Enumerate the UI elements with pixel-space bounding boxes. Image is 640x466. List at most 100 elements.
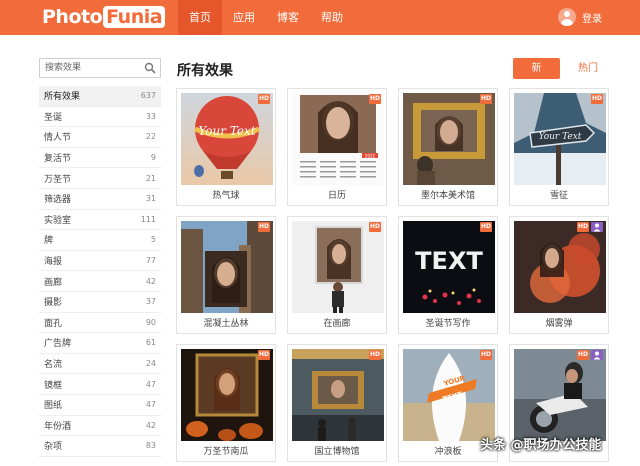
logo-part-funia: Funia [103, 6, 166, 28]
logo-part-photo: Photo [42, 6, 103, 28]
category-count: 37 [145, 297, 156, 307]
nav-blog[interactable]: 博客 [266, 0, 310, 35]
category-label: 广告牌 [44, 339, 72, 350]
effect-thumbnail: Your Text [181, 93, 273, 185]
effect-label: 万圣节南瓜 [203, 447, 249, 457]
category-frames[interactable]: 镜框 47 [39, 374, 161, 395]
category-posters[interactable]: 海报 77 [39, 251, 161, 272]
search-input[interactable] [40, 59, 140, 77]
category-count: 47 [145, 400, 156, 410]
sort-popular-button[interactable]: 热门 [572, 58, 604, 79]
category-count: 77 [145, 256, 156, 266]
hd-badge: HD [480, 350, 492, 360]
category-halloween[interactable]: 万圣节 21 [39, 168, 161, 189]
effect-label: 国立博物馆 [314, 447, 360, 457]
effect-label: 圣诞节写作 [425, 319, 471, 329]
category-label: 海报 [44, 257, 63, 268]
effect-label: 墨尔本美术馆 [420, 191, 475, 201]
category-vintage[interactable]: 年份酒 42 [39, 416, 161, 437]
category-galleries[interactable]: 画廊 42 [39, 271, 161, 292]
user-avatar-icon [558, 8, 576, 26]
category-all[interactable]: 所有效果 637 [39, 86, 161, 107]
effect-label: 混凝土丛林 [203, 319, 249, 329]
category-label: 画廊 [44, 277, 63, 288]
effect-card-snow-sign[interactable]: Your Text HD 雪征 [509, 88, 609, 206]
effect-label: 日历 [327, 191, 346, 201]
search-box [39, 58, 161, 78]
effect-thumbnail [181, 349, 273, 441]
category-count: 22 [145, 132, 156, 142]
effect-card-calendar[interactable]: 2022 HD 日历 [287, 88, 387, 206]
login-label: 登录 [582, 13, 602, 25]
sort-new-button[interactable]: 新 [513, 58, 560, 79]
category-valentines[interactable]: 情人节 22 [39, 127, 161, 148]
effect-label: 烟雾弹 [545, 319, 573, 329]
category-label: 万圣节 [44, 174, 72, 185]
effect-card-melbourne-gallery[interactable]: HD 墨尔本美术馆 [398, 88, 498, 206]
balloon-text: Your Text [198, 124, 255, 138]
category-photography[interactable]: 摄影 37 [39, 292, 161, 313]
main-nav: 首页 应用 博客 帮助 [178, 0, 354, 35]
category-count: 61 [145, 338, 156, 348]
effect-label: 雪征 [549, 191, 568, 201]
search-icon[interactable] [144, 62, 156, 74]
effect-card-national-museum[interactable]: HD 国立博物馆 [287, 344, 387, 462]
category-count: 24 [145, 359, 156, 369]
category-billboards[interactable]: 广告牌 61 [39, 333, 161, 354]
category-label: 所有效果 [44, 92, 81, 103]
category-signs[interactable]: 牌5 [39, 230, 161, 251]
category-label: 实验室 [44, 215, 72, 226]
neon-text: TEXT [415, 247, 483, 275]
category-count: 637 [140, 91, 156, 101]
calendar-year: 2022 [365, 154, 376, 159]
sign-text: Your Text [539, 132, 582, 142]
category-count: 90 [145, 317, 156, 327]
category-lab[interactable]: 实验室 111 [39, 210, 161, 231]
hd-badge: HD [369, 94, 381, 104]
category-drawings[interactable]: 图纸 47 [39, 395, 161, 416]
category-label: 筛选器 [44, 195, 72, 206]
top-bar: Photo Funia 首页 应用 博客 帮助 登录 [0, 0, 640, 35]
nav-apps[interactable]: 应用 [222, 0, 266, 35]
hd-badge: HD [258, 94, 270, 104]
effect-thumbnail: YOUR TEXT [403, 349, 495, 441]
category-label: 牌 [44, 236, 54, 247]
effect-card-hot-air-balloon[interactable]: Your Text HD 热气球 [176, 88, 276, 206]
hd-badge: HD [369, 350, 381, 360]
nav-help[interactable]: 帮助 [310, 0, 354, 35]
category-count: 33 [145, 111, 156, 121]
effect-thumbnail: TEXT [403, 221, 495, 313]
category-faces[interactable]: 面孔 90 [39, 313, 161, 334]
effect-thumbnail: 2022 [292, 93, 384, 185]
effect-card-in-gallery[interactable]: HD 在画廊 [287, 216, 387, 334]
category-misc[interactable]: 杂项 83 [39, 436, 161, 457]
category-label: 杂项 [44, 442, 63, 453]
category-easter[interactable]: 复活节 9 [39, 148, 161, 169]
hd-badge: HD [258, 350, 270, 360]
effect-thumbnail [514, 221, 606, 313]
effect-thumbnail [181, 221, 273, 313]
category-count: 83 [145, 441, 156, 451]
category-christmas[interactable]: 圣诞 33 [39, 107, 161, 128]
category-celebrities[interactable]: 名流 24 [39, 354, 161, 375]
nav-home[interactable]: 首页 [178, 0, 222, 35]
category-count: 42 [145, 420, 156, 430]
category-label: 镜框 [44, 380, 63, 391]
effect-card-christmas-writing[interactable]: TEXT HD 圣诞节写作 [398, 216, 498, 334]
photofunia-logo[interactable]: Photo Funia [42, 4, 166, 30]
category-filters[interactable]: 筛选器 31 [39, 189, 161, 210]
effect-label: 在画廊 [323, 319, 351, 329]
effect-card-concrete-jungle[interactable]: HD 混凝土丛林 [176, 216, 276, 334]
hd-badge: HD [480, 222, 492, 232]
effect-card-smoke-bomb[interactable]: HD 烟雾弹 [509, 216, 609, 334]
user-photo-icon [591, 350, 603, 360]
category-count: 9 [150, 153, 156, 163]
login-link[interactable]: 登录 [558, 7, 602, 27]
category-label: 面孔 [44, 318, 63, 329]
category-label: 图纸 [44, 401, 63, 412]
effect-label: 热气球 [212, 191, 240, 201]
effect-card-halloween-pumpkin[interactable]: HD 万圣节南瓜 [176, 344, 276, 462]
hd-badge: HD [480, 94, 492, 104]
user-photo-icon [591, 222, 603, 232]
hd-badge: HD [369, 222, 381, 232]
